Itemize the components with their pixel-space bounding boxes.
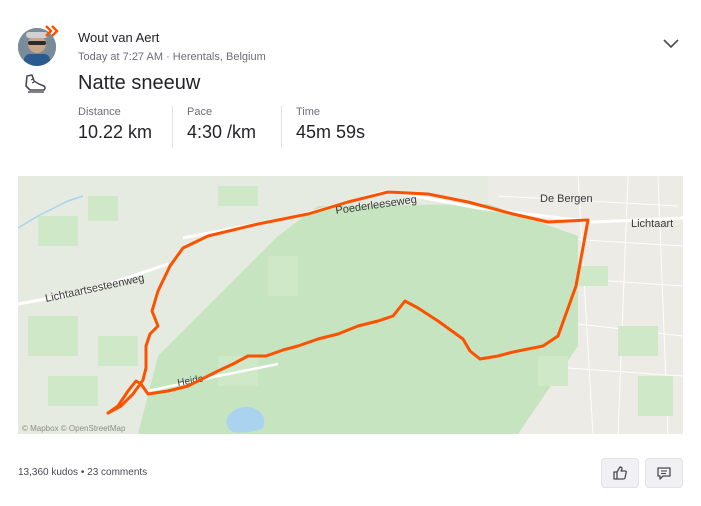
activity-map[interactable]: Lichtaartsesteenweg Poederleeseweg Heide… (18, 176, 683, 434)
kudos-button[interactable] (601, 458, 639, 488)
stat-distance: Distance 10.22 km (78, 106, 152, 148)
activity-timestamp: Today at 7:27 AM (78, 51, 163, 63)
comment-icon (657, 467, 671, 480)
stat-distance-value: 10.22 km (78, 122, 153, 142)
subscriber-badge-icon (45, 25, 59, 37)
activity-title[interactable]: Natte sneeuw (78, 72, 200, 95)
stat-distance-label: Distance (78, 106, 121, 118)
activity-meta: Today at 7:27 AM · Herentals, Belgium (78, 51, 266, 63)
stat-time: Time 45m 59s (296, 106, 365, 148)
map-label-place-top: De Bergen (540, 193, 593, 205)
comment-button[interactable] (645, 458, 683, 488)
activity-location: Herentals, Belgium (172, 51, 266, 63)
stat-divider (281, 106, 282, 148)
stat-divider (172, 106, 173, 148)
stat-pace-label: Pace (187, 106, 213, 118)
running-shoe-icon (25, 74, 46, 93)
stat-pace: Pace 4:30 /km (187, 106, 256, 148)
map-attribution[interactable]: © Mapbox © OpenStreetMap (22, 424, 125, 433)
thumbs-up-icon (613, 466, 627, 480)
stat-time-value: 45m 59s (296, 122, 366, 142)
chevron-down-icon[interactable] (662, 36, 680, 50)
meta-separator: · (166, 51, 173, 63)
stat-time-label: Time (296, 106, 321, 118)
kudos-count[interactable]: 13,360 kudos (18, 467, 78, 478)
kudos-comments-summary[interactable]: 13,360 kudos • 23 comments (18, 467, 147, 478)
stat-pace-value: 4:30 /km (187, 122, 257, 142)
map-canvas: Lichtaartsesteenweg Poederleeseweg Heide… (18, 176, 683, 434)
map-label-place-right: Lichtaart (631, 218, 673, 230)
athlete-name[interactable]: Wout van Aert (78, 30, 159, 45)
summary-separator: • (80, 467, 85, 478)
comments-count[interactable]: 23 comments (87, 467, 147, 478)
